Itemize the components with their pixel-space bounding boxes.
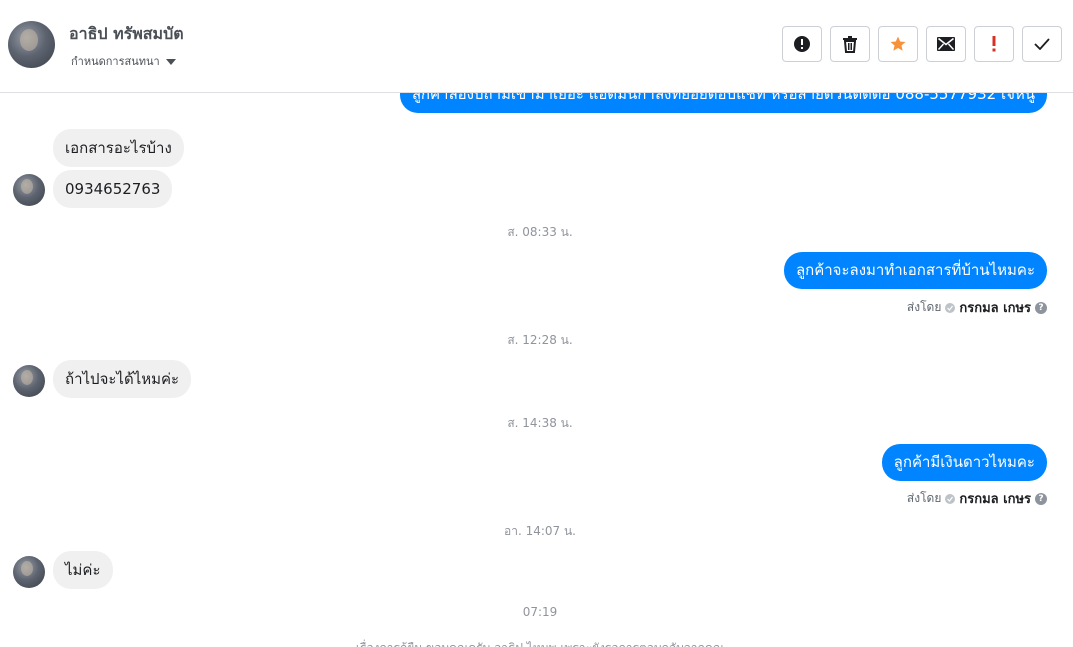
help-icon[interactable]: ? xyxy=(1035,301,1047,314)
star-button[interactable] xyxy=(878,26,918,62)
sent-by-prefix: ส่งโดย xyxy=(906,491,942,505)
trash-icon xyxy=(843,36,857,53)
check-badge-icon xyxy=(945,302,956,313)
mark-unread-button[interactable] xyxy=(926,26,966,62)
exclamation-icon xyxy=(992,36,996,52)
outgoing-message[interactable]: ลูกค้าลองบถามเข้ามาเยอะ แอดมินกำลังทยอยต… xyxy=(399,93,1047,113)
conversation-header: อาธิป ทรัพสมบัต กำหนดการสนทนา xyxy=(0,0,1073,93)
delete-button[interactable] xyxy=(830,26,870,62)
timestamp: อา. 14:07 น. xyxy=(504,524,576,538)
mark-important-button[interactable] xyxy=(974,26,1014,62)
conversation-label-dropdown[interactable]: กำหนดการสนทนา xyxy=(71,52,176,70)
timestamp: 07:19 xyxy=(522,605,558,619)
timestamp: ส. 14:38 น. xyxy=(507,416,573,430)
contact-name[interactable]: อาธิป ทรัพสมบัต xyxy=(69,22,184,47)
envelope-icon xyxy=(937,37,955,51)
incoming-message[interactable]: ไม่ค่ะ xyxy=(53,551,113,589)
timestamp: ส. 12:28 น. xyxy=(507,333,573,347)
sent-by-name[interactable]: กรกมล เกษร xyxy=(959,488,1031,509)
message-thread[interactable]: ลูกค้าลองบถามเข้ามาเยอะ แอดมินกำลังทยอยต… xyxy=(0,93,1073,647)
alert-circle-icon xyxy=(794,36,810,52)
outgoing-message[interactable]: ลูกค้าจะลงมาทำเอกสารที่บ้านไหมคะ xyxy=(783,252,1047,289)
sender-avatar[interactable] xyxy=(13,174,45,206)
outgoing-message[interactable]: ลูกค้ามีเงินดาวไหมคะ xyxy=(881,444,1047,481)
incoming-message[interactable]: ถ้าไปจะได้ไหมค่ะ xyxy=(53,360,192,398)
sender-avatar[interactable] xyxy=(13,365,45,397)
action-toolbar xyxy=(782,26,1062,62)
contact-avatar[interactable] xyxy=(8,21,55,68)
caret-down-icon xyxy=(165,58,176,65)
star-icon xyxy=(890,36,906,51)
system-notice: เรื่องการกู้ยืม ขอบคุณครับ อาธิป ไหมพ เพ… xyxy=(0,639,1073,647)
incoming-message[interactable]: เอกสารอะไรบ้าง xyxy=(53,129,184,167)
timestamp: ส. 08:33 น. xyxy=(507,225,573,239)
mark-done-button[interactable] xyxy=(1022,26,1062,62)
check-badge-icon xyxy=(945,493,956,504)
sent-by-line: ส่งโดย กรกมล เกษร ? xyxy=(907,297,1047,318)
sent-by-line: ส่งโดย กรกมล เกษร ? xyxy=(907,488,1047,509)
checkmark-icon xyxy=(1034,38,1050,50)
report-button[interactable] xyxy=(782,26,822,62)
sent-by-name[interactable]: กรกมล เกษร xyxy=(959,297,1031,318)
label-menu-text: กำหนดการสนทนา xyxy=(71,55,160,68)
sender-avatar[interactable] xyxy=(13,556,45,588)
help-icon[interactable]: ? xyxy=(1035,492,1047,505)
sent-by-prefix: ส่งโดย xyxy=(906,300,942,314)
incoming-message[interactable]: 0934652763 xyxy=(53,170,173,208)
